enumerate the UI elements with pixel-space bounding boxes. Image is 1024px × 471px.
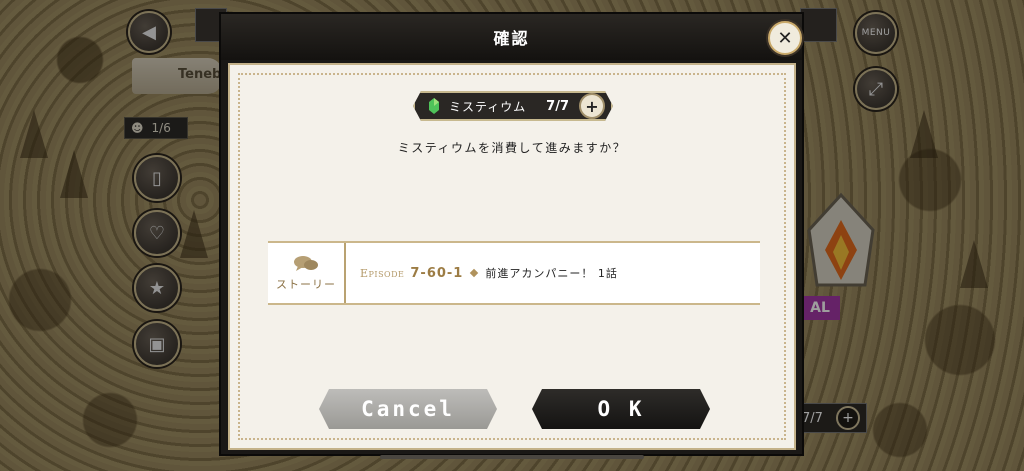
episode-prefix: Episode: [360, 266, 405, 280]
currency-badge: ミスティウム 7/7 +: [413, 91, 613, 121]
close-icon: ✕: [777, 27, 793, 49]
cancel-button-label: Cancel: [361, 397, 455, 421]
confirm-question: ミスティウムを消費して進みますか？: [397, 141, 627, 155]
gem-icon: [427, 98, 441, 114]
dialog-panel: ミスティウム 7/7 + ミスティウムを消費して進みますか？ ストーリー Epi…: [228, 63, 796, 450]
chat-bubbles-icon: [294, 256, 318, 271]
diamond-separator-icon: [470, 268, 479, 278]
story-tag-label: ストーリー: [276, 278, 336, 291]
dialog-title: 確認: [493, 29, 530, 48]
episode-number: 7-60-1: [410, 265, 464, 281]
add-currency-button[interactable]: +: [579, 93, 605, 119]
cancel-button[interactable]: Cancel: [319, 389, 497, 429]
ok-button-label: O K: [597, 397, 645, 421]
currency-count: 7/7: [546, 98, 569, 114]
close-button[interactable]: ✕: [768, 21, 802, 55]
story-tag: ストーリー: [268, 243, 346, 303]
episode-title: 前進アカンパニー！ 1話: [485, 267, 618, 280]
dialog-header: 確認: [221, 14, 802, 60]
currency-name: ミスティウム: [449, 99, 527, 114]
confirm-dialog: 確認 ✕ ミスティウム 7/7 + ミスティウムを消費して進みますか？ ストーリ: [219, 12, 804, 456]
story-episode-row: ストーリー Episode 7-60-1 前進アカンパニー！ 1話: [268, 241, 760, 305]
bottom-scrollbar[interactable]: [380, 455, 644, 459]
ok-button[interactable]: O K: [532, 389, 710, 429]
